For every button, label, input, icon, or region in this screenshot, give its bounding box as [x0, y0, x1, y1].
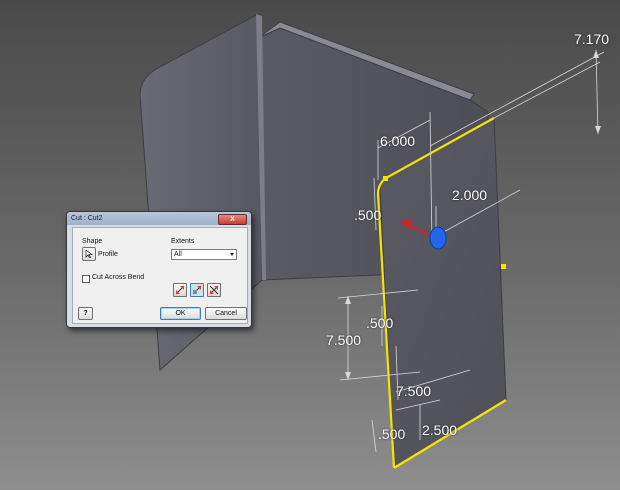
dimension-6000[interactable]: 6.000 — [380, 134, 415, 148]
direction-1-button[interactable] — [173, 283, 187, 297]
dimension-7500-left[interactable]: 7.500 — [326, 333, 361, 347]
symmetric-direction-button[interactable] — [207, 283, 221, 297]
dialog-titlebar[interactable]: Cut : Cut2 X — [67, 212, 251, 225]
direction-flip-1-icon — [175, 285, 185, 295]
origin-marker — [429, 226, 447, 250]
cancel-button[interactable]: Cancel — [205, 307, 247, 320]
cut-across-bend-checkbox[interactable] — [82, 275, 90, 283]
help-button[interactable]: ? — [78, 307, 93, 320]
chevron-down-icon — [230, 253, 234, 256]
cut-across-bend-label: Cut Across Bend — [92, 274, 145, 281]
dimension-500-middle[interactable]: .500 — [366, 316, 393, 330]
close-button[interactable]: X — [218, 214, 247, 225]
direction-2-button[interactable] — [190, 283, 204, 297]
ok-button[interactable]: OK — [160, 307, 201, 320]
dimension-7500-lower[interactable]: 7.500 — [396, 384, 431, 398]
sketch-point — [501, 264, 506, 269]
extents-dropdown[interactable]: All — [171, 249, 237, 260]
cursor-arrow-icon — [85, 250, 93, 258]
dialog-title: Cut : Cut2 — [71, 215, 103, 222]
dimension-2500[interactable]: 2.500 — [422, 423, 457, 437]
profile-select-button[interactable] — [82, 247, 96, 261]
direction-symmetric-icon — [209, 285, 219, 295]
shape-label: Shape — [82, 238, 103, 245]
profile-label: Profile — [98, 251, 118, 258]
cut-dialog: Cut : Cut2 X Shape Profile Cut Across Be… — [66, 211, 252, 328]
extents-label: Extents — [171, 238, 195, 245]
dimension-7170[interactable]: 7.170 — [574, 32, 609, 46]
sketch-point — [383, 176, 388, 181]
direction-flip-2-icon — [192, 285, 202, 295]
dimension-500-bottom[interactable]: .500 — [378, 427, 405, 441]
dimension-2000[interactable]: 2.000 — [452, 188, 487, 202]
dimension-500-top[interactable]: .500 — [354, 208, 381, 222]
extents-selected-value: All — [174, 251, 182, 258]
dialog-client: Shape Profile Cut Across Bend Extents Al… — [72, 227, 248, 324]
